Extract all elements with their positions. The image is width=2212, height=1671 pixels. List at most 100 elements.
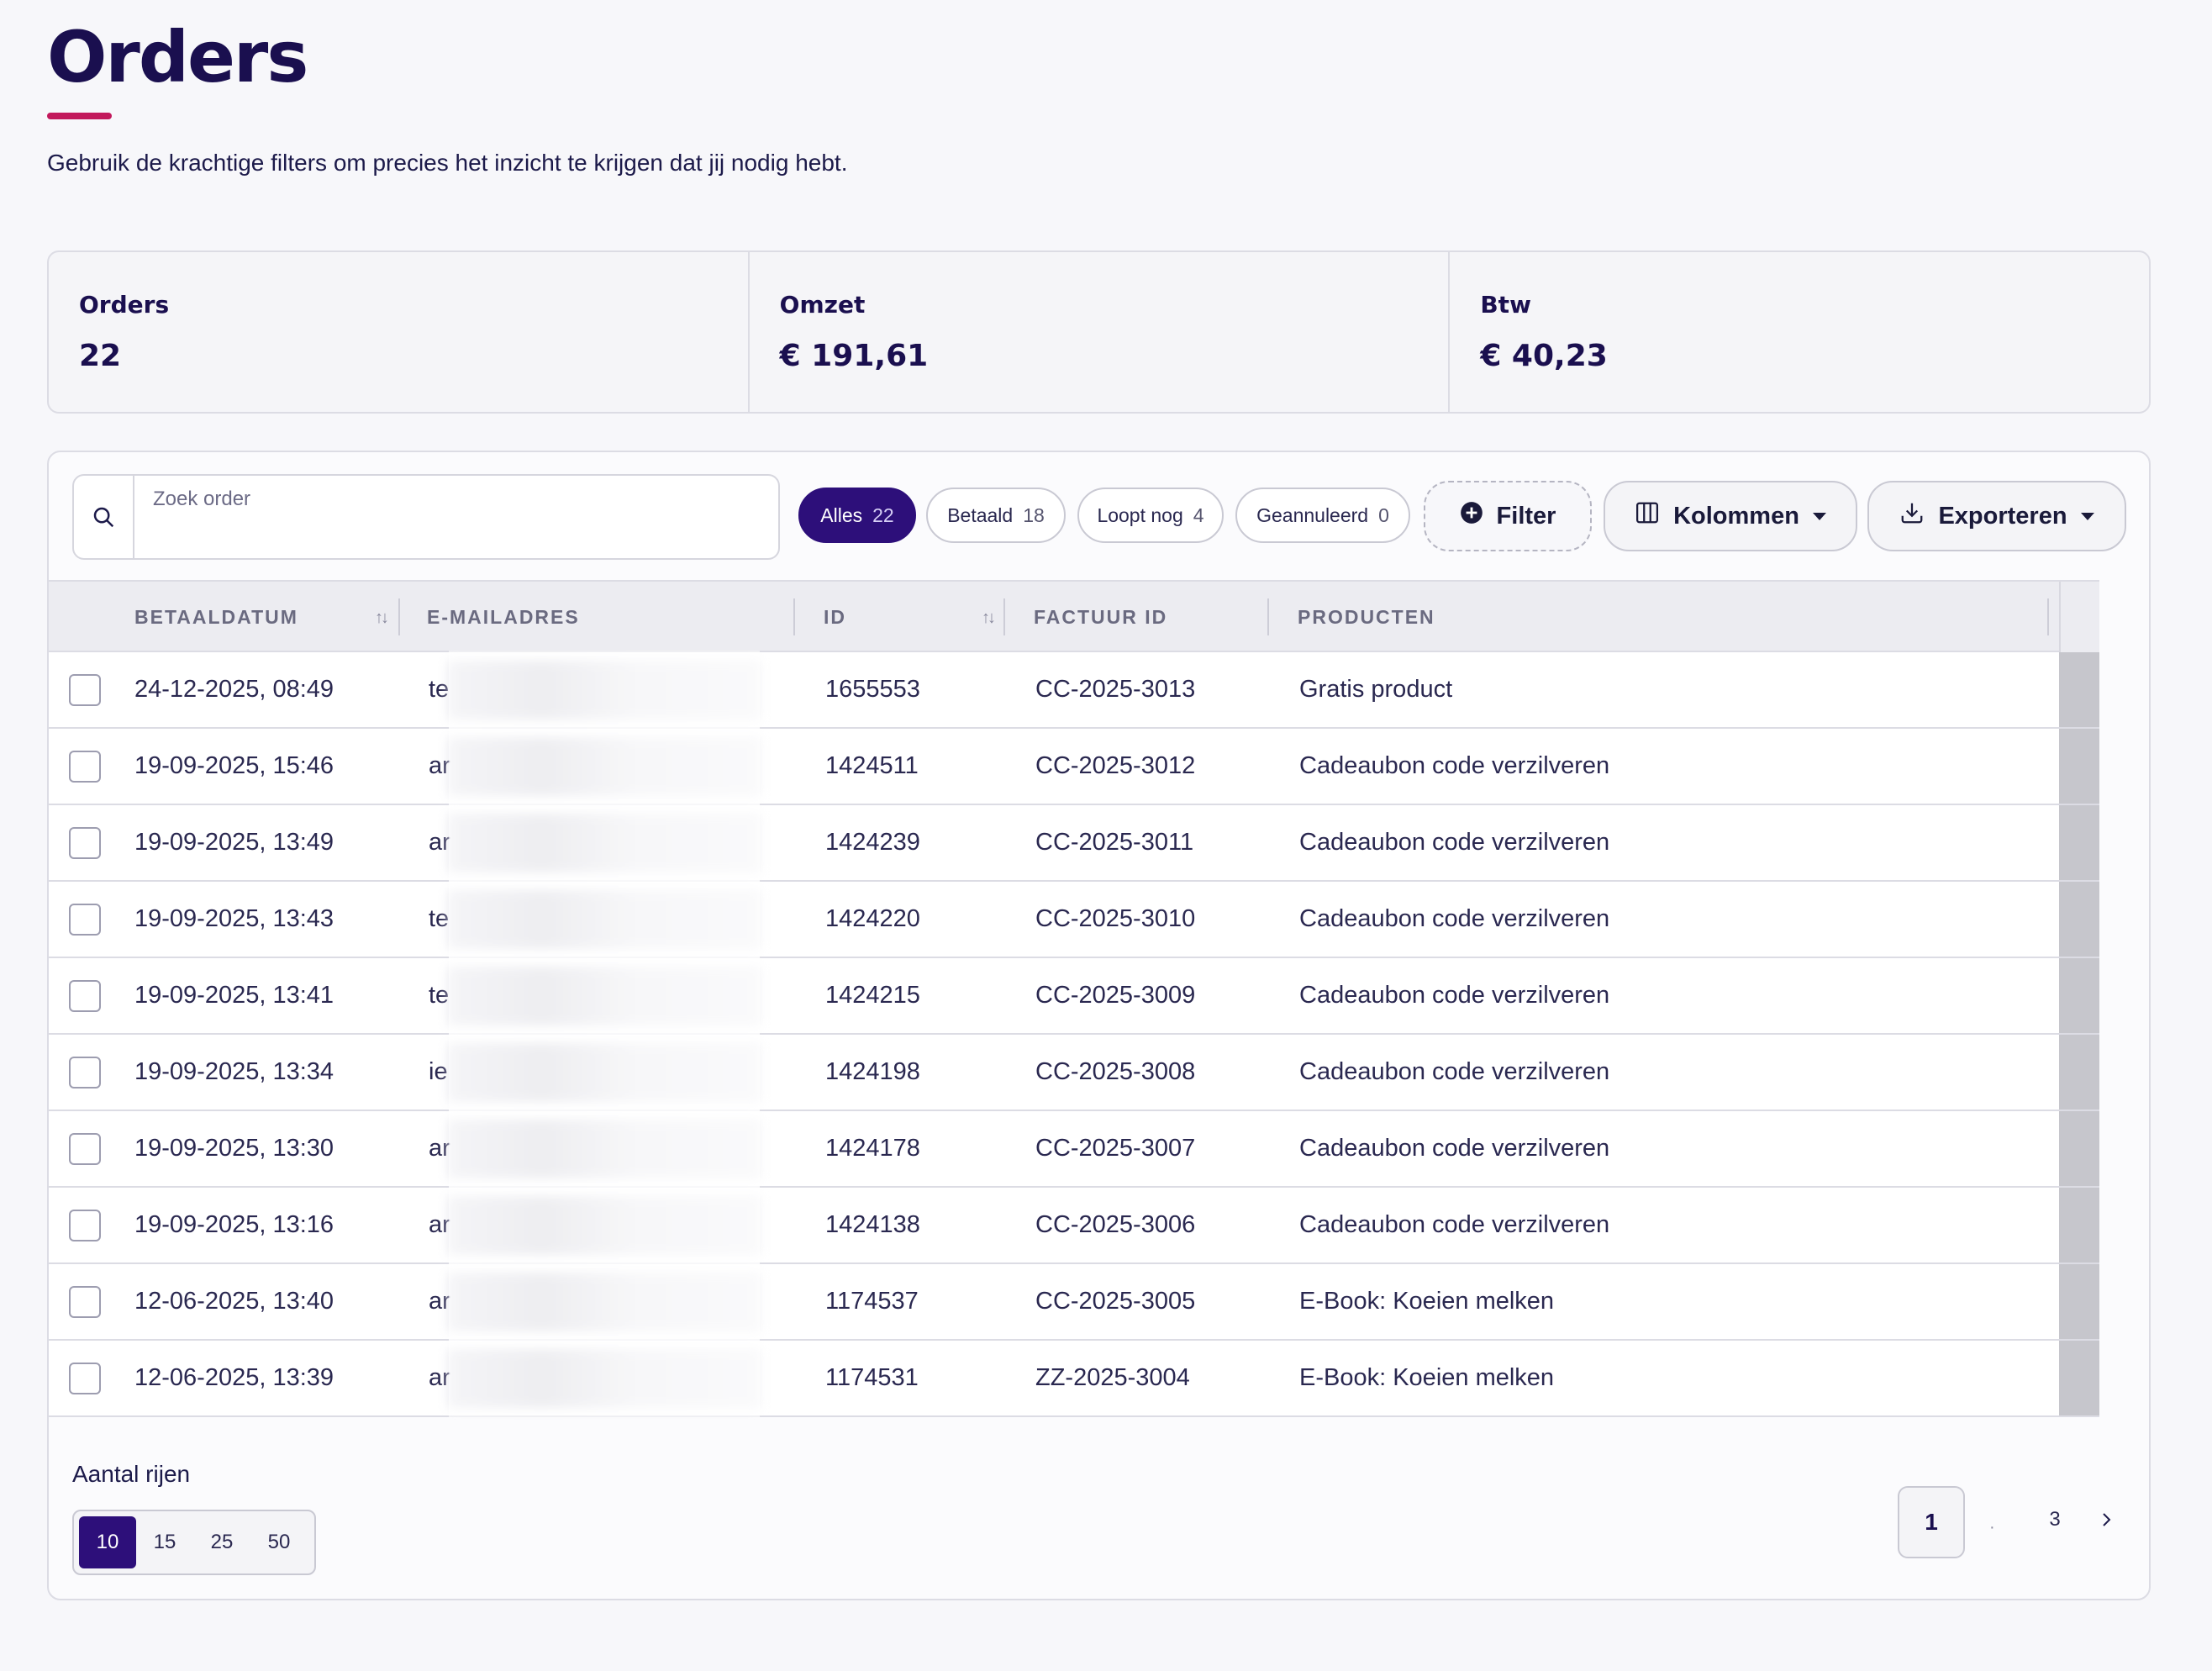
add-filter-button[interactable]: Filter <box>1424 481 1592 551</box>
column-divider[interactable] <box>1003 598 1005 635</box>
table-row[interactable]: 19-09-2025, 13:41 te 1424215 CC-2025-3009 Ca… <box>49 957 2099 1035</box>
table-row[interactable]: 19-09-2025, 13:34 ie 1424198 CC-2025-3008 Ca… <box>49 1033 2099 1111</box>
export-button[interactable]: Exporteren <box>1867 481 2126 551</box>
download-icon <box>1899 500 1925 532</box>
cell-invoice-id: CC-2025-3012 <box>1035 752 1196 779</box>
cell-email: ie <box>429 1058 448 1085</box>
table-row[interactable]: 19-09-2025, 13:16 ar 1424138 CC-2025-3006 Ca… <box>49 1186 2099 1264</box>
cell-email: ar <box>429 1135 450 1162</box>
table-row[interactable]: 19-09-2025, 13:43 te 1424220 CC-2025-3010 Ca… <box>49 880 2099 958</box>
filter-chip-pending[interactable]: Loopt nog 4 <box>1077 488 1224 543</box>
filter-chip-all[interactable]: Alles 22 <box>798 488 916 543</box>
cell-invoice-id: CC-2025-3008 <box>1035 1058 1196 1085</box>
column-divider[interactable] <box>1267 598 1269 635</box>
cell-products: Gratis product <box>1299 676 1453 703</box>
header-products[interactable]: PRODUCTEN <box>1298 582 1435 652</box>
row-action-strip[interactable] <box>2059 1264 2099 1339</box>
row-action-strip[interactable] <box>2059 805 2099 880</box>
chip-count: 0 <box>1378 503 1389 526</box>
row-checkbox[interactable] <box>69 674 101 706</box>
cell-payment-date: 19-09-2025, 15:46 <box>134 752 334 779</box>
stat-label: Orders <box>79 291 170 319</box>
search-box <box>72 474 780 560</box>
filter-button-label: Filter <box>1496 502 1556 530</box>
row-checkbox[interactable] <box>69 1286 101 1318</box>
redaction-mask <box>449 1186 760 1264</box>
row-checkbox[interactable] <box>69 1363 101 1394</box>
cell-invoice-id: CC-2025-3010 <box>1035 905 1196 932</box>
row-action-strip[interactable] <box>2059 652 2099 727</box>
table-row[interactable]: 19-09-2025, 15:46 ar 1424511 CC-2025-3012 Ca… <box>49 727 2099 805</box>
columns-button[interactable]: Kolommen <box>1604 481 1857 551</box>
header-payment-date[interactable]: BETAALDATUM <box>134 582 298 652</box>
rows-option-25[interactable]: 25 <box>193 1516 250 1568</box>
chip-label: Alles <box>820 503 863 526</box>
cell-invoice-id: CC-2025-3013 <box>1035 676 1196 703</box>
row-action-strip[interactable] <box>2059 882 2099 957</box>
cell-products: Cadeaubon code verzilveren <box>1299 982 1610 1009</box>
cell-id: 1424138 <box>825 1211 920 1238</box>
row-action-strip[interactable] <box>2059 1188 2099 1262</box>
orders-table: BETAALDATUM ↑↓ E-MAILADRES ID ↑↓ FACTUUR… <box>49 580 2099 1417</box>
search-icon[interactable] <box>74 476 134 558</box>
pagination-current-page[interactable]: 1 <box>1898 1486 1965 1558</box>
cell-email: ar <box>429 1364 450 1391</box>
row-checkbox[interactable] <box>69 827 101 859</box>
filter-chip-cancelled[interactable]: Geannuleerd 0 <box>1235 488 1410 543</box>
table-row[interactable]: 19-09-2025, 13:49 ar 1424239 CC-2025-3011 Ca… <box>49 804 2099 882</box>
table-row[interactable]: 24-12-2025, 08:49 te 1655553 CC-2025-3013 Gr… <box>49 651 2099 729</box>
row-checkbox[interactable] <box>69 1057 101 1089</box>
column-divider[interactable] <box>793 598 795 635</box>
export-button-label: Exporteren <box>1938 502 2067 530</box>
pagination-last-page[interactable]: 3 <box>2038 1508 2072 1531</box>
redaction-mask <box>449 1262 760 1341</box>
header-email[interactable]: E-MAILADRES <box>427 582 580 652</box>
chip-label: Betaald <box>947 503 1014 526</box>
row-checkbox[interactable] <box>69 980 101 1012</box>
row-checkbox[interactable] <box>69 751 101 783</box>
page-subtitle: Gebruik de krachtige filters om precies … <box>47 150 848 176</box>
cell-id: 1174531 <box>825 1364 919 1391</box>
cell-products: E-Book: Koeien melken <box>1299 1364 1555 1391</box>
table-row[interactable]: 12-06-2025, 13:40 ar 1174537 CC-2025-3005 E-… <box>49 1262 2099 1341</box>
table-row[interactable]: 19-09-2025, 13:30 ar 1424178 CC-2025-3007 Ca… <box>49 1110 2099 1188</box>
row-action-strip[interactable] <box>2059 729 2099 804</box>
row-action-strip[interactable] <box>2059 1341 2099 1415</box>
table-row[interactable]: 12-06-2025, 13:39 ar 1174531 ZZ-2025-3004 E-… <box>49 1339 2099 1417</box>
cell-id: 1424239 <box>825 829 920 856</box>
row-checkbox[interactable] <box>69 1133 101 1165</box>
rows-option-50[interactable]: 50 <box>250 1516 308 1568</box>
plus-circle-icon <box>1460 501 1483 531</box>
column-divider[interactable] <box>2047 598 2049 635</box>
cell-id: 1424215 <box>825 982 920 1009</box>
orders-panel: Alles 22 Betaald 18 Loopt nog 4 Geannuleerd… <box>47 451 2151 1600</box>
row-checkbox[interactable] <box>69 1210 101 1241</box>
stat-value: € 40,23 <box>1480 339 1608 373</box>
table-body: 24-12-2025, 08:49 te 1655553 CC-2025-3013 Gr… <box>49 651 2099 1417</box>
redaction-mask <box>449 1033 760 1111</box>
header-invoice-id[interactable]: FACTUUR ID <box>1034 582 1167 652</box>
search-input[interactable] <box>134 476 778 558</box>
redaction-mask <box>449 804 760 882</box>
row-checkbox[interactable] <box>69 904 101 936</box>
row-action-strip[interactable] <box>2059 1111 2099 1186</box>
rows-option-15[interactable]: 15 <box>136 1516 193 1568</box>
column-divider[interactable] <box>398 598 400 635</box>
filter-chip-paid[interactable]: Betaald 18 <box>926 488 1066 543</box>
chip-count: 22 <box>872 503 894 526</box>
stat-label: Omzet <box>779 291 866 319</box>
chevron-right-icon[interactable] <box>2091 1505 2121 1535</box>
page-title: Orders <box>47 16 308 98</box>
redaction-mask <box>449 880 760 958</box>
cell-email: ar <box>429 829 450 856</box>
chip-label: Loopt nog <box>1097 503 1183 526</box>
header-id[interactable]: ID <box>824 582 846 652</box>
rows-option-10[interactable]: 10 <box>79 1516 136 1568</box>
row-action-strip[interactable] <box>2059 958 2099 1033</box>
row-action-strip[interactable] <box>2059 1035 2099 1110</box>
cell-invoice-id: CC-2025-3011 <box>1035 829 1194 856</box>
chevron-down-icon <box>1812 512 1826 520</box>
sort-icon[interactable]: ↑↓ <box>375 609 389 628</box>
sort-icon[interactable]: ↑↓ <box>982 609 996 628</box>
cell-payment-date: 12-06-2025, 13:39 <box>134 1364 334 1391</box>
